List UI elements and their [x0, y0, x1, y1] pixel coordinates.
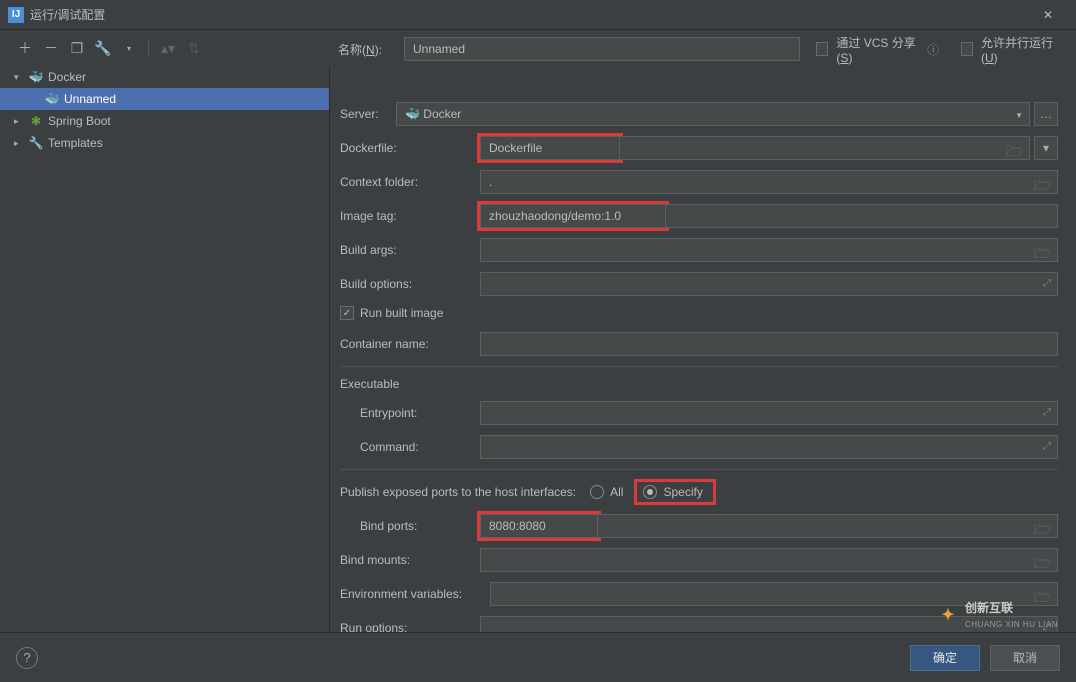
folder-icon[interactable]: 🗁 — [1034, 175, 1051, 199]
wrench-dropdown[interactable]: ▾ — [118, 37, 140, 59]
bind-ports-input-extra[interactable]: 🗁 — [597, 514, 1058, 538]
server-select[interactable]: 🐳 Docker ▼ — [396, 102, 1030, 126]
docker-icon: 🐳 — [405, 107, 420, 121]
dockerfile-input[interactable]: Dockerfile — [480, 136, 620, 160]
tree-label: Spring Boot — [48, 114, 111, 128]
env-label: Environment variables: — [340, 587, 490, 601]
radio-all-label: All — [610, 485, 623, 499]
share-vcs-label: 通过 VCS 分享(S) — [836, 34, 919, 65]
radio-all[interactable] — [590, 485, 604, 499]
tree-label: Docker — [48, 70, 86, 84]
folder-icon[interactable]: 🗁 — [1034, 553, 1051, 577]
window-title: 运行/调试配置 — [30, 6, 105, 23]
image-tag-input-extra[interactable] — [665, 204, 1058, 228]
config-tree: ▾ 🐳 Docker 🐳 Unnamed ▸ ❃ Spring Boot ▸ 🔧… — [0, 66, 330, 632]
bind-ports-input[interactable]: 8080:8080 — [480, 514, 598, 538]
bottom-bar: ? 确定 取消 — [0, 632, 1076, 682]
name-label: 名称(N): — [338, 41, 396, 58]
context-input[interactable]: . 🗁 — [480, 170, 1058, 194]
allow-parallel-checkbox[interactable] — [961, 42, 973, 56]
build-args-input[interactable]: 🗁 — [480, 238, 1058, 262]
sort-icon: ⇅ — [183, 37, 205, 59]
dockerfile-input-extra[interactable]: 🗁 — [619, 136, 1030, 160]
ok-button[interactable]: 确定 — [910, 645, 980, 671]
help-icon[interactable]: ⓘ — [927, 41, 939, 58]
tree-arrow-icon: ▸ — [14, 116, 24, 127]
entrypoint-input[interactable]: ⤢ — [480, 401, 1058, 425]
tree-docker[interactable]: ▾ 🐳 Docker — [0, 66, 329, 88]
spring-icon: ❃ — [28, 114, 44, 128]
bind-ports-label: Bind ports: — [340, 519, 480, 533]
cancel-button[interactable]: 取消 — [990, 645, 1060, 671]
close-button[interactable]: ✕ — [1028, 0, 1068, 30]
bind-mounts-input[interactable]: 🗁 — [480, 548, 1058, 572]
tree-unnamed[interactable]: 🐳 Unnamed — [0, 88, 329, 110]
up-down-icon[interactable]: ▴▾ — [157, 37, 179, 59]
radio-specify[interactable] — [643, 485, 657, 499]
config-form: Server: 🐳 Docker ▼ … Dockerfile: Dockerf… — [330, 66, 1076, 632]
tree-label: Unnamed — [64, 92, 116, 106]
divider — [340, 469, 1058, 470]
name-input[interactable]: Unnamed — [404, 37, 800, 61]
run-built-image-checkbox[interactable] — [340, 306, 354, 320]
tree-spring-boot[interactable]: ▸ ❃ Spring Boot — [0, 110, 329, 132]
expand-icon[interactable]: ⤢ — [1043, 441, 1051, 452]
tree-arrow-icon: ▸ — [14, 138, 24, 149]
entrypoint-label: Entrypoint: — [340, 406, 480, 420]
command-label: Command: — [340, 440, 480, 454]
tree-label: Templates — [48, 136, 103, 150]
remove-icon[interactable]: － — [40, 37, 62, 59]
build-args-label: Build args: — [340, 243, 480, 257]
share-vcs-checkbox[interactable] — [816, 42, 828, 56]
container-name-input[interactable] — [480, 332, 1058, 356]
radio-specify-label: Specify — [663, 485, 702, 499]
image-tag-input[interactable]: zhouzhaodong/demo:1.0 — [480, 204, 666, 228]
help-button[interactable]: ? — [16, 647, 38, 669]
dockerfile-label: Dockerfile: — [340, 141, 480, 155]
build-options-input[interactable]: ⤢ — [480, 272, 1058, 296]
executable-section-title: Executable — [340, 377, 1058, 391]
app-icon: IJ — [8, 7, 24, 23]
title-bar: IJ 运行/调试配置 ✕ — [0, 0, 1076, 30]
divider — [340, 366, 1058, 367]
chevron-down-icon: ▼ — [1015, 111, 1023, 120]
server-browse-button[interactable]: … — [1034, 102, 1058, 126]
folder-icon[interactable]: 🗁 — [1034, 519, 1051, 543]
command-input[interactable]: ⤢ — [480, 435, 1058, 459]
expand-icon[interactable]: ⤢ — [1043, 622, 1051, 632]
folder-icon[interactable]: 🗁 — [1034, 587, 1051, 611]
docker-icon: 🐳 — [28, 70, 44, 84]
expand-icon[interactable]: ⤢ — [1043, 278, 1051, 289]
expand-icon[interactable]: ⤢ — [1043, 407, 1051, 418]
allow-parallel-label: 允许并行运行(U) — [981, 34, 1058, 65]
wrench-icon[interactable]: 🔧 — [92, 37, 114, 59]
run-built-image-label: Run built image — [360, 306, 443, 320]
dockerfile-dropdown[interactable]: ▾ — [1034, 136, 1058, 160]
copy-icon[interactable]: ❐ — [66, 37, 88, 59]
toolbar-separator — [148, 39, 149, 57]
container-name-label: Container name: — [340, 337, 480, 351]
publish-ports-label: Publish exposed ports to the host interf… — [340, 485, 576, 499]
build-options-label: Build options: — [340, 277, 480, 291]
run-options-input[interactable]: ⤢ — [480, 616, 1058, 632]
image-tag-label: Image tag: — [340, 209, 480, 223]
docker-icon: 🐳 — [44, 92, 60, 106]
tree-templates[interactable]: ▸ 🔧 Templates — [0, 132, 329, 154]
bind-mounts-label: Bind mounts: — [340, 553, 480, 567]
tree-arrow-icon: ▾ — [14, 72, 24, 83]
folder-icon[interactable]: 🗁 — [1034, 243, 1051, 267]
env-input[interactable]: 🗁 — [490, 582, 1058, 606]
run-options-label: Run options: — [340, 621, 480, 632]
server-label: Server: — [340, 107, 396, 121]
add-icon[interactable]: ＋ — [14, 37, 36, 59]
template-icon: 🔧 — [28, 136, 44, 150]
context-label: Context folder: — [340, 175, 480, 189]
folder-icon[interactable]: 🗁 — [1006, 141, 1023, 165]
